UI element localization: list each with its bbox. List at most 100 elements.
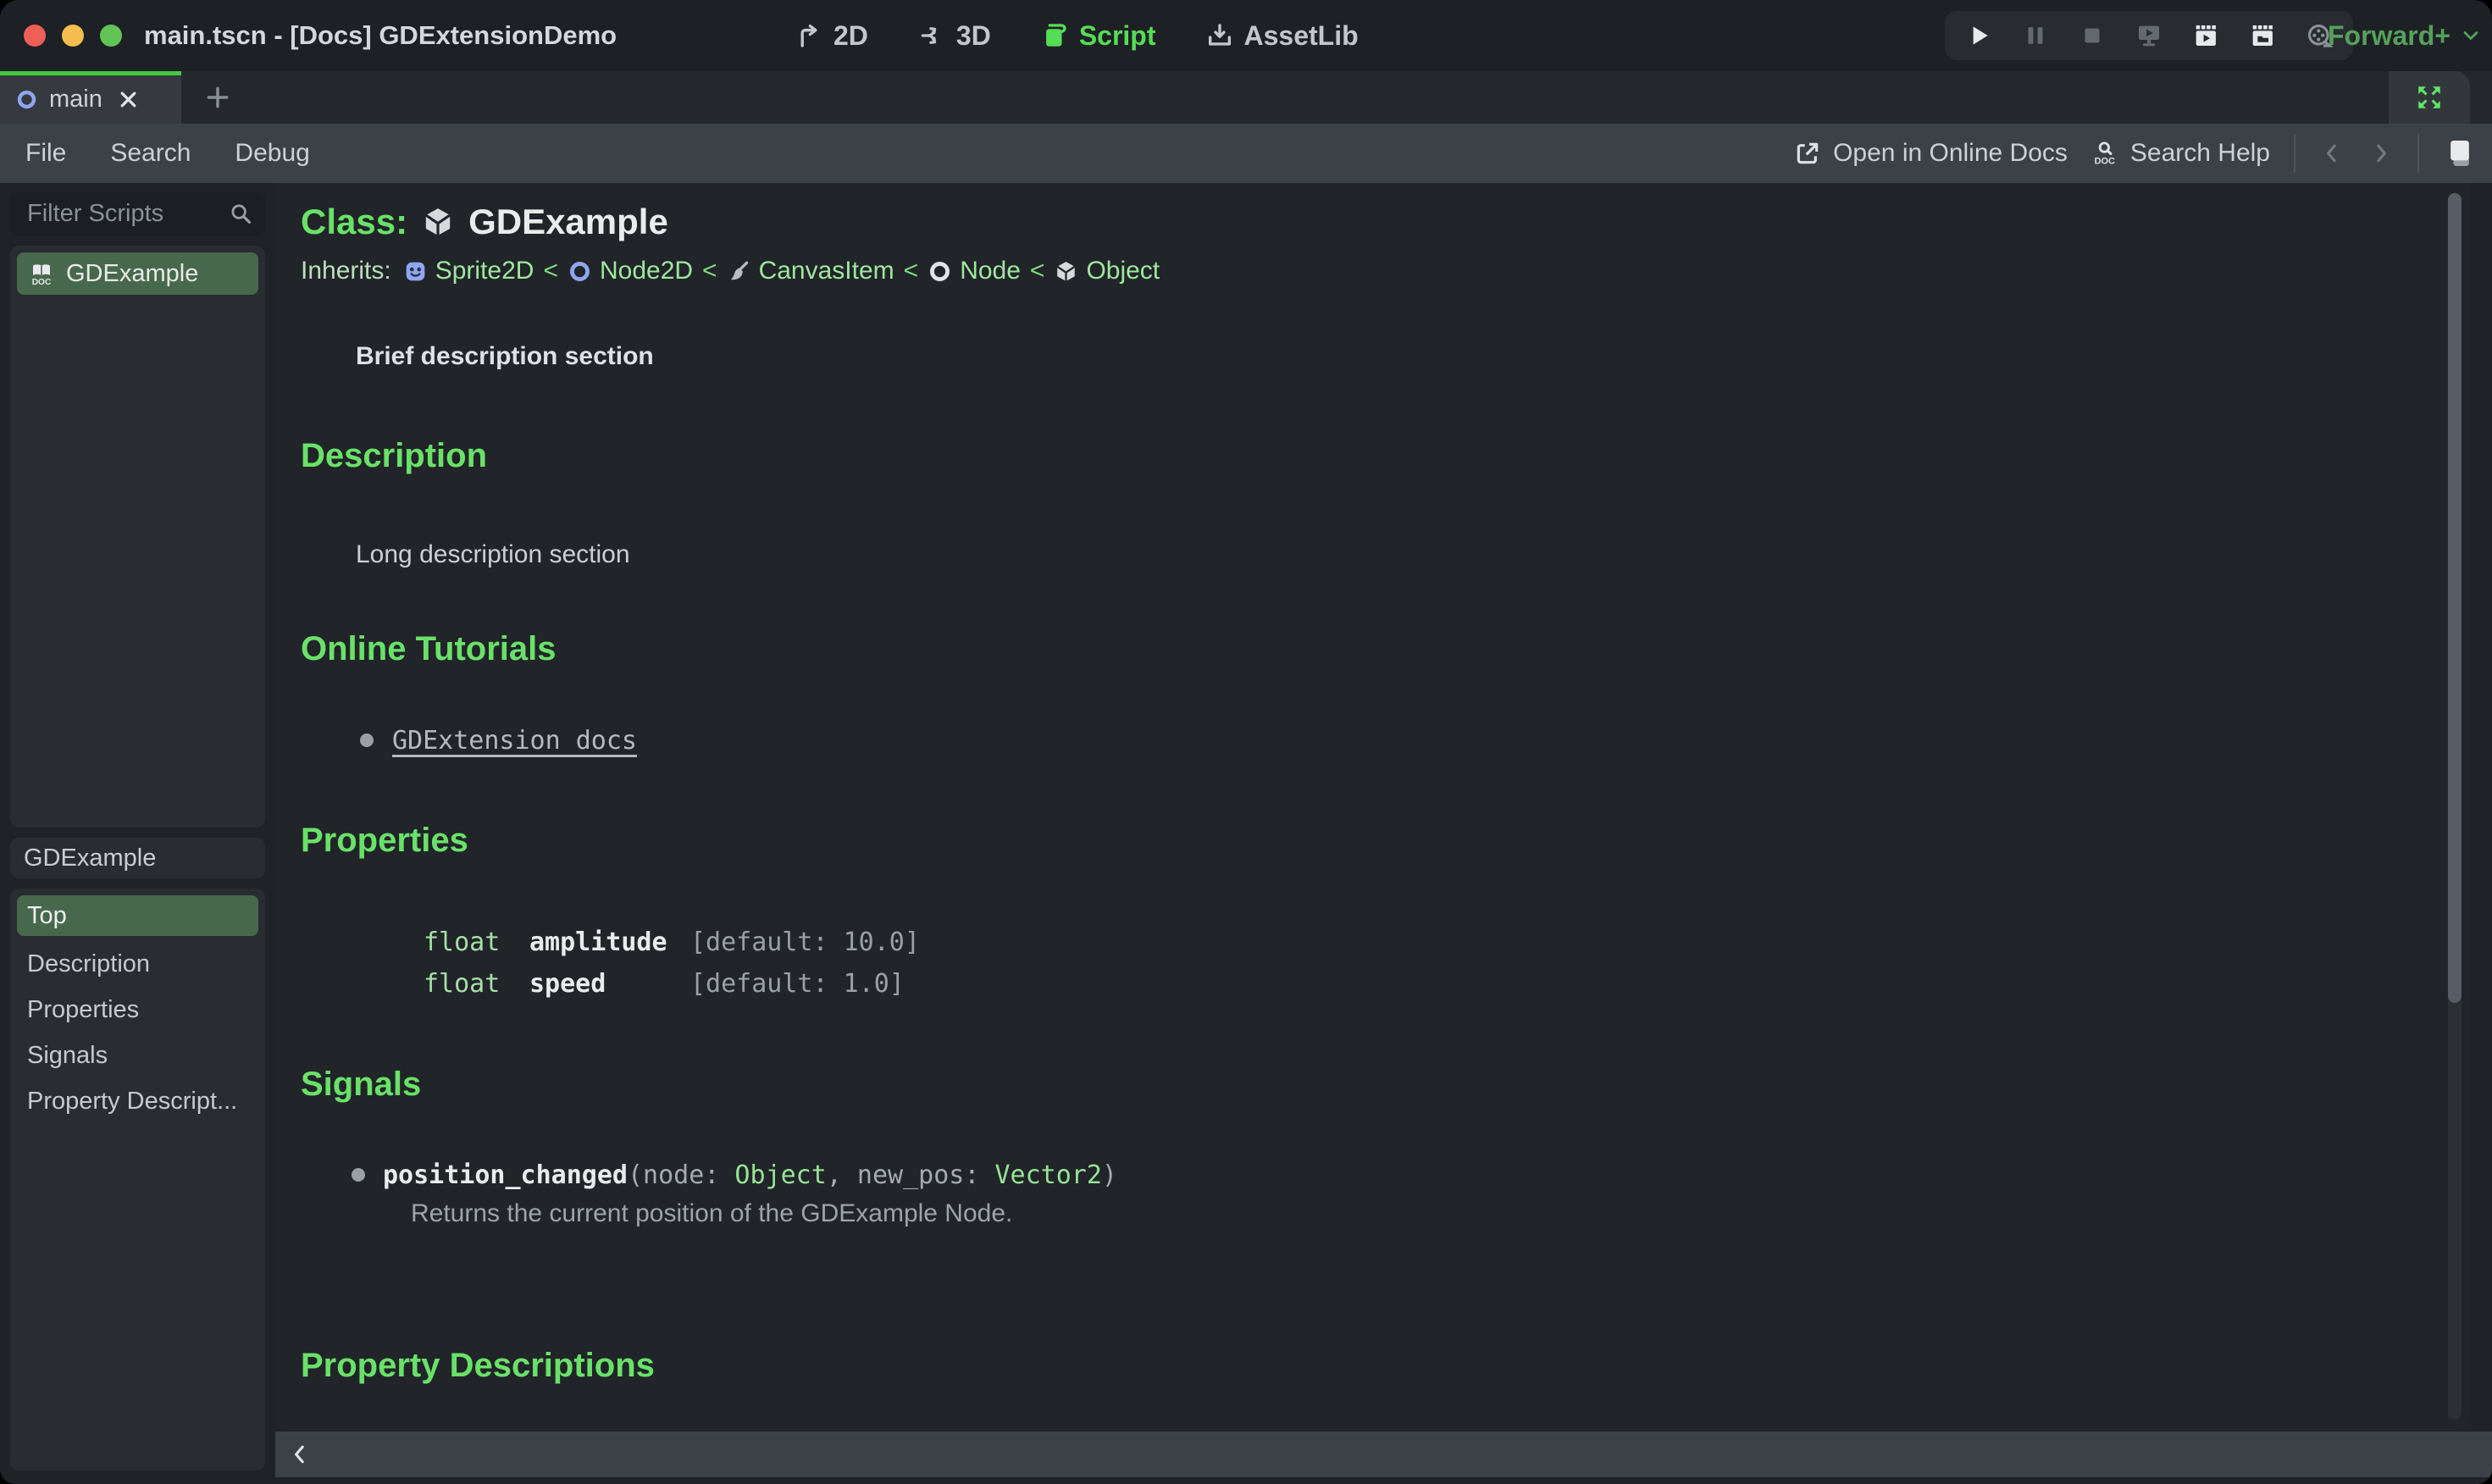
stop-icon <box>2085 28 2100 43</box>
toggle-scripts-panel-icon[interactable] <box>287 1442 313 1467</box>
workspace-2d-button[interactable]: 2D <box>795 20 868 52</box>
property-type[interactable]: float <box>424 963 529 1005</box>
signal-name: position_changed <box>383 1160 628 1190</box>
property-row: float amplitude [default: 10.0] <box>424 922 2470 963</box>
signal-description: Returns the current position of the GDEx… <box>411 1199 1013 1227</box>
member-item-property-descriptions[interactable]: Property Descript... <box>17 1078 258 1124</box>
close-tab-icon[interactable] <box>117 88 140 111</box>
node2d-icon <box>569 261 590 281</box>
heading-properties: Properties <box>301 822 468 859</box>
property-default: [default: 1.0] <box>690 969 905 999</box>
play-custom-scene-button[interactable] <box>2247 20 2278 51</box>
play-custom-scene-icon <box>2252 25 2273 47</box>
workspace-3d-button[interactable]: 3D <box>917 20 991 52</box>
heading-signals: Signals <box>301 1066 422 1103</box>
signal-punct: ) <box>1101 1160 1117 1190</box>
property-type[interactable]: float <box>424 922 529 963</box>
scene-tab-bar: main <box>0 71 2492 124</box>
member-item-properties[interactable]: Properties <box>17 987 258 1033</box>
inherits-link-object[interactable]: Object <box>1086 257 1160 285</box>
signal-param-type-link[interactable]: Object <box>734 1160 826 1190</box>
menubar-right: Open in Online Docs DOC Search Help <box>1794 124 2477 183</box>
separator <box>2294 134 2295 173</box>
workspace-2d-label: 2D <box>833 19 868 51</box>
brief-description: Brief description section <box>356 342 654 370</box>
menu-search[interactable]: Search <box>110 139 191 168</box>
doc-scrollbar[interactable] <box>2448 193 2462 1420</box>
workspace-script-button[interactable]: Script <box>1040 20 1156 52</box>
renderer-selector[interactable]: Forward+ <box>2328 0 2481 71</box>
property-name[interactable]: speed <box>529 963 690 1005</box>
member-item-description[interactable]: Description <box>17 941 258 987</box>
workspace-3d-label: 3D <box>955 19 991 51</box>
scripts-sidebar: DOC GDExample GDExample Top Description … <box>0 183 275 1484</box>
scene-tab-label: main <box>49 86 102 113</box>
toggle-panel-icon[interactable] <box>2443 136 2477 170</box>
minimize-window-button[interactable] <box>62 25 84 47</box>
separator <box>2417 134 2419 173</box>
play-button[interactable] <box>1963 20 1994 51</box>
node2d-icon <box>17 90 36 109</box>
open-online-docs-button[interactable]: Open in Online Docs <box>1794 139 2068 168</box>
property-name[interactable]: amplitude <box>529 922 690 963</box>
member-item-signals[interactable]: Signals <box>17 1033 258 1078</box>
play-icon <box>1973 26 1988 45</box>
canvasitem-icon <box>730 261 748 280</box>
filter-scripts-box <box>10 191 265 235</box>
workspace-script-icon <box>1045 24 1066 47</box>
search-help-icon: DOC <box>2094 141 2115 167</box>
menu-debug[interactable]: Debug <box>235 139 309 168</box>
zoom-window-button[interactable] <box>100 25 122 47</box>
signal-param-label: node: <box>643 1160 735 1190</box>
signal-punct: , <box>826 1160 857 1190</box>
script-item-gdexample[interactable]: DOC GDExample <box>17 252 258 295</box>
filter-scripts-input[interactable] <box>25 198 228 229</box>
signal-signature: position_changed(node: Object, new_pos: … <box>352 1157 2470 1193</box>
long-description: Long description section <box>356 540 630 568</box>
workspace-assetlib-button[interactable]: AssetLib <box>1205 20 1359 52</box>
close-window-button[interactable] <box>24 25 46 47</box>
window-title: main.tscn - [Docs] GDExtensionDemo <box>144 20 617 50</box>
workspace-2d-icon <box>800 24 817 47</box>
history-back-icon[interactable] <box>2319 141 2345 166</box>
inherits-link-node2d[interactable]: Node2D <box>600 257 693 285</box>
workspace-switcher: 2D 3D Script AssetLib <box>795 0 1359 71</box>
inherits-link-canvasitem[interactable]: CanvasItem <box>759 257 894 285</box>
search-help-button[interactable]: DOC Search Help <box>2091 139 2270 168</box>
renderer-label: Forward+ <box>2328 19 2450 51</box>
plus-icon <box>207 86 229 108</box>
play-current-scene-button[interactable] <box>2190 20 2221 51</box>
distraction-free-icon[interactable] <box>2415 83 2444 112</box>
inherits-label: Inherits: <box>301 257 391 285</box>
member-item-top[interactable]: Top <box>17 895 258 936</box>
tutorial-link[interactable]: GDExtension docs <box>392 726 637 756</box>
playback-controls <box>1945 11 2353 60</box>
inherits-link-node[interactable]: Node <box>960 257 1021 285</box>
node-icon <box>930 261 950 281</box>
signal-param-type-link[interactable]: Vector2 <box>994 1160 1101 1190</box>
workspace-3d-icon <box>921 27 937 44</box>
class-name: GDExample <box>468 202 668 241</box>
play-scene-button[interactable] <box>2134 20 2164 51</box>
pause-button[interactable] <box>2020 20 2051 51</box>
inherits-link-sprite2d[interactable]: Sprite2D <box>435 257 534 285</box>
workspace-assetlib-icon <box>1208 24 1231 46</box>
inherits-separator: < <box>702 257 717 285</box>
inherits-separator: < <box>903 257 919 285</box>
add-scene-tab-button[interactable] <box>181 71 254 124</box>
heading-online-tutorials: Online Tutorials <box>301 630 557 667</box>
history-forward-icon[interactable] <box>2368 141 2394 166</box>
svg-text:DOC: DOC <box>2094 157 2114 167</box>
heading-description: Description <box>301 437 488 474</box>
stop-button[interactable] <box>2077 20 2107 51</box>
play-current-scene-icon <box>2196 25 2216 47</box>
script-item-label: GDExample <box>66 259 199 287</box>
doc-scrollbar-thumb[interactable] <box>2448 193 2462 1003</box>
menu-file[interactable]: File <box>25 139 66 168</box>
godot-editor-window: main.tscn - [Docs] GDExtensionDemo 2D 3D… <box>0 0 2492 1484</box>
doc-book-icon: DOC <box>32 264 52 287</box>
scene-tab-main[interactable]: main <box>0 71 181 124</box>
inherits-separator: < <box>1029 257 1045 285</box>
class-label: Class: <box>301 202 408 241</box>
search-icon <box>231 204 251 224</box>
